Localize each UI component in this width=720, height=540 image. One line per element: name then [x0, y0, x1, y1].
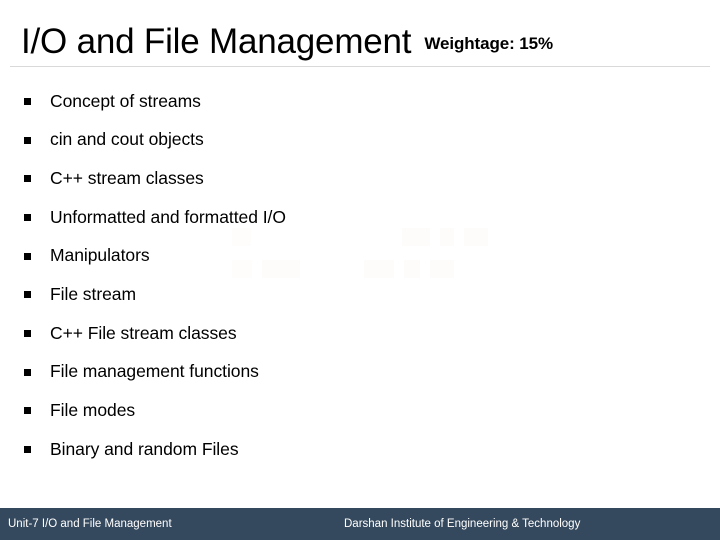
title-divider	[10, 66, 710, 67]
list-item: Binary and random Files	[0, 430, 720, 469]
list-item-label: cin and cout objects	[50, 129, 204, 150]
list-item-label: Binary and random Files	[50, 438, 239, 459]
list-item-label: Manipulators	[50, 245, 150, 266]
square-bullet-icon	[24, 407, 31, 415]
list-item-label: C++ stream classes	[50, 167, 204, 188]
slide-header: I/O and File Management Weightage: 15%	[0, 0, 720, 66]
list-item: cin and cout objects	[0, 121, 720, 160]
square-bullet-icon	[24, 213, 31, 221]
list-item: C++ stream classes	[0, 159, 720, 198]
square-bullet-icon	[24, 97, 31, 105]
list-item: Concept of streams	[0, 82, 720, 121]
list-item-label: Concept of streams	[50, 90, 201, 111]
topic-list: Concept of streams cin and cout objects …	[0, 82, 720, 469]
page-title: I/O and File Management	[21, 22, 412, 61]
square-bullet-icon	[24, 446, 31, 454]
slide-canvas: I/O and File Management Weightage: 15% C…	[0, 0, 720, 540]
list-item: File stream	[0, 275, 720, 314]
square-bullet-icon	[24, 136, 31, 144]
square-bullet-icon	[24, 291, 31, 299]
list-item-label: File stream	[50, 284, 136, 305]
list-item: File modes	[0, 392, 720, 431]
footer-institute-label: Darshan Institute of Engineering & Techn…	[344, 518, 581, 530]
list-item-label: Unformatted and formatted I/O	[50, 206, 286, 227]
list-item-label: File management functions	[50, 361, 259, 382]
list-item: Manipulators	[0, 237, 720, 276]
list-item: File management functions	[0, 353, 720, 392]
square-bullet-icon	[24, 368, 31, 376]
list-item-label: File modes	[50, 400, 136, 421]
square-bullet-icon	[24, 175, 31, 183]
square-bullet-icon	[24, 329, 31, 337]
weightage-badge: Weightage: 15%	[424, 34, 553, 53]
list-item-label: C++ File stream classes	[50, 322, 237, 343]
list-item: C++ File stream classes	[0, 314, 720, 353]
slide-footer: Unit-7 I/O and File Management Darshan I…	[0, 508, 720, 540]
list-item: Unformatted and formatted I/O	[0, 198, 720, 237]
footer-unit-label: Unit-7 I/O and File Management	[8, 518, 172, 530]
square-bullet-icon	[24, 252, 31, 260]
